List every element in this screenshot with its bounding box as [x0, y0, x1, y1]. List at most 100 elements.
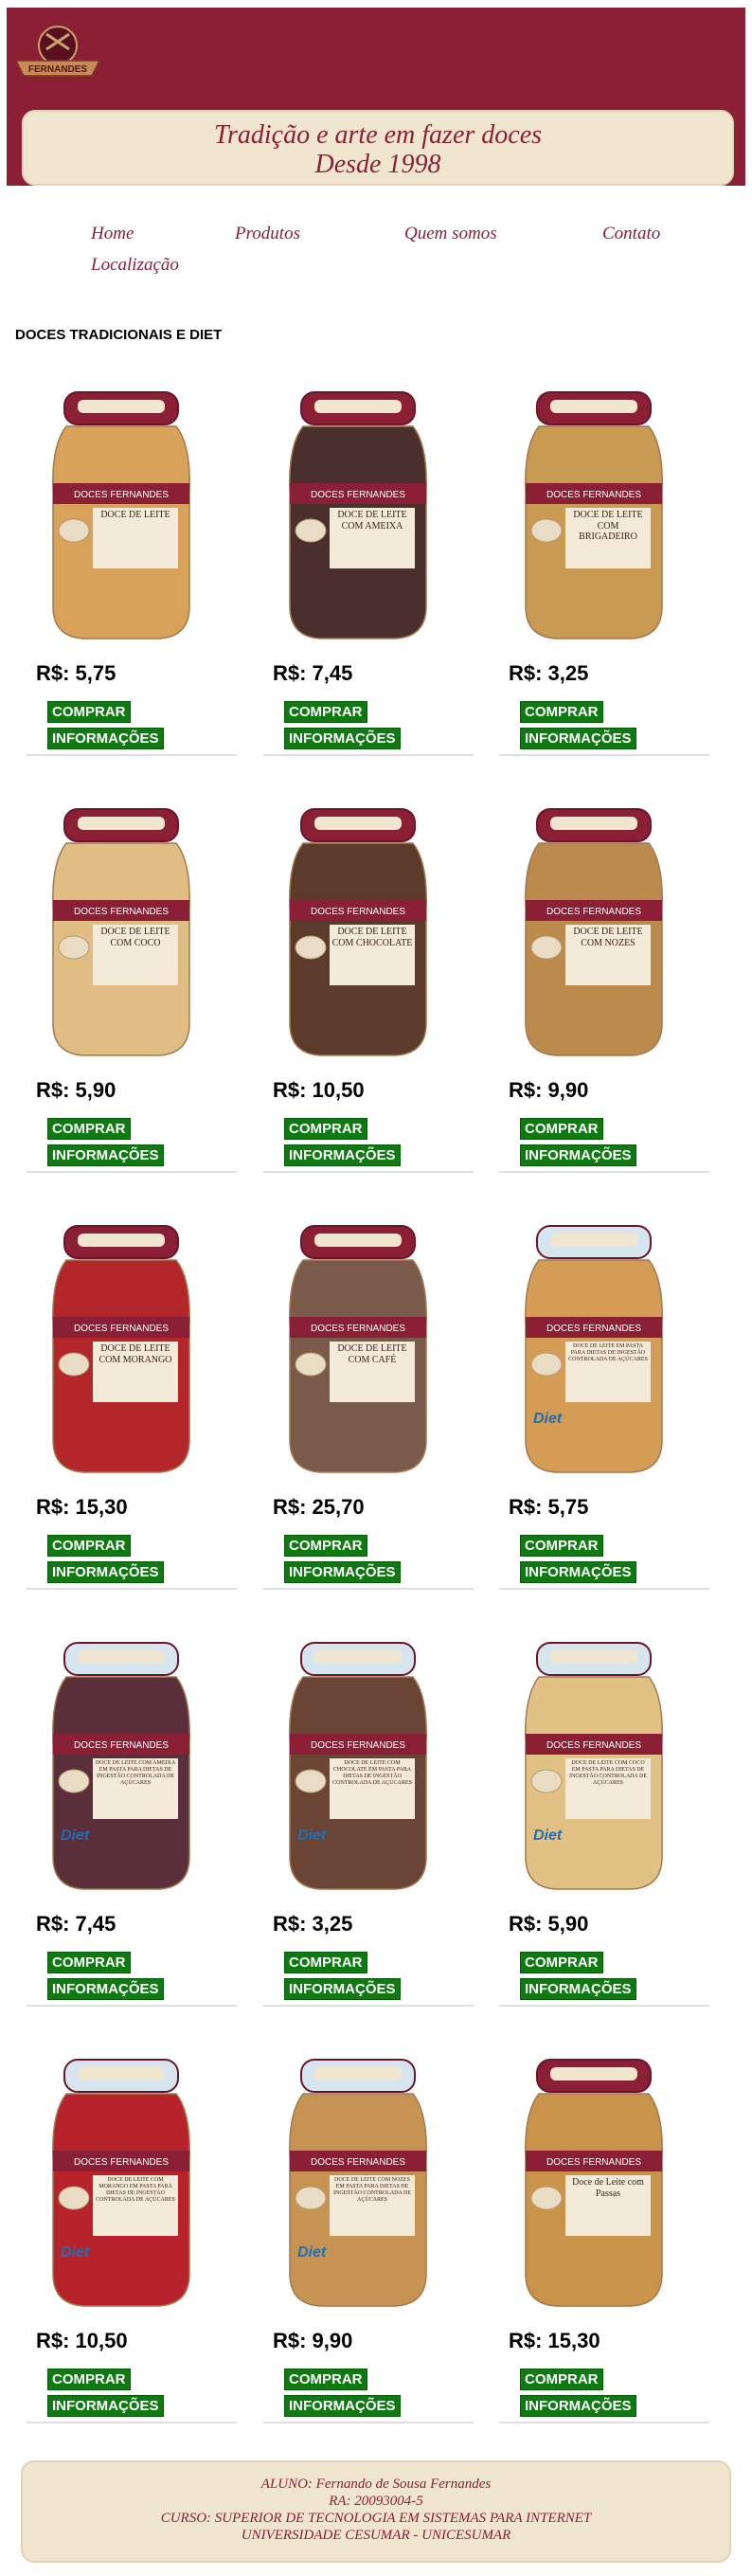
- diet-badge: Diet: [61, 2244, 90, 2261]
- jar-brand-text: DOCES FERNANDES: [546, 907, 641, 917]
- slogan-banner: Tradição e arte em fazer doces Desde 199…: [22, 110, 734, 186]
- buy-button[interactable]: COMPRAR: [284, 1952, 367, 1973]
- nav-home[interactable]: Home: [91, 224, 134, 244]
- product-divider: [27, 754, 237, 756]
- buy-button[interactable]: COMPRAR: [520, 1535, 603, 1557]
- product-jar-image[interactable]: DOCES FERNANDES DOCE DE LEITE COM MORANGO: [45, 1222, 197, 1478]
- product-jar-image[interactable]: DOCES FERNANDES DOCE DE LEITE: [45, 388, 197, 644]
- product-divider: [27, 2422, 237, 2423]
- product-price: R$: 7,45: [273, 661, 353, 685]
- jar-flavor-label: DOCE DE LEITE COM COCO EM PASTA PARA DIE…: [569, 1760, 647, 1786]
- product-jar-image[interactable]: DOCES FERNANDES Doce de Leite com Passas: [518, 2056, 670, 2312]
- info-button[interactable]: INFORMAÇÕES: [520, 728, 636, 749]
- buy-button[interactable]: COMPRAR: [47, 701, 131, 723]
- product-divider: [27, 2005, 237, 2007]
- product-jar-image[interactable]: DOCES FERNANDES DOCE DE LEITE COM NOZES E…: [282, 2056, 434, 2312]
- product-divider: [263, 1171, 474, 1173]
- buy-button[interactable]: COMPRAR: [47, 1952, 131, 1973]
- logo-text: FERNANDES: [28, 64, 88, 75]
- product-card: DOCES FERNANDES DOCE DE LEITE COM NOZES E…: [254, 2046, 474, 2463]
- product-divider: [27, 1588, 237, 1590]
- product-divider: [27, 1171, 237, 1173]
- product-jar-image[interactable]: DOCES FERNANDES DOCE DE LEITE COM AMEIXA …: [45, 1639, 197, 1895]
- jar-flavor-label: Doce de Leite com Passas: [572, 2177, 644, 2199]
- info-button[interactable]: INFORMAÇÕES: [520, 2395, 636, 2417]
- info-button[interactable]: INFORMAÇÕES: [284, 1144, 401, 1166]
- buy-button[interactable]: COMPRAR: [47, 1535, 131, 1557]
- jar-brand-text: DOCES FERNANDES: [546, 1740, 641, 1751]
- info-button[interactable]: INFORMAÇÕES: [47, 1144, 164, 1166]
- buy-button[interactable]: COMPRAR: [284, 1118, 367, 1140]
- info-button[interactable]: INFORMAÇÕES: [47, 2395, 164, 2417]
- product-jar-image[interactable]: DOCES FERNANDES DOCE DE LEITE COM CAFÉ: [282, 1222, 434, 1478]
- product-card: DOCES FERNANDES DOCE DE LEITE EM PASTA PA…: [490, 1213, 709, 1630]
- info-button[interactable]: INFORMAÇÕES: [284, 728, 401, 749]
- buy-button[interactable]: COMPRAR: [520, 1118, 603, 1140]
- product-price: R$: 9,90: [273, 2329, 353, 2352]
- info-button[interactable]: INFORMAÇÕES: [520, 1978, 636, 2000]
- nav-location[interactable]: Localização: [91, 255, 179, 276]
- product-price: R$: 5,75: [36, 661, 116, 685]
- product-card: DOCES FERNANDES DOCE DE LEITE COM CHOCOLA…: [254, 1630, 474, 2046]
- product-card: DOCES FERNANDES DOCE DE LEITE COM CHOCOLA…: [254, 796, 474, 1213]
- jar-flavor-label: DOCE DE LEITE COM NOZES EM PASTA PARA DI…: [333, 2177, 411, 2203]
- jar-flavor-label: DOCE DE LEITE COM NOZES: [573, 927, 643, 948]
- product-price: R$: 3,25: [273, 1912, 353, 1936]
- product-jar-image[interactable]: DOCES FERNANDES DOCE DE LEITE COM NOZES: [518, 805, 670, 1061]
- site-footer: ALUNO: Fernando de Sousa Fernandes RA: 2…: [21, 2460, 731, 2563]
- jar-brand-text: DOCES FERNANDES: [74, 1324, 169, 1334]
- info-button[interactable]: INFORMAÇÕES: [47, 728, 164, 749]
- product-card: DOCES FERNANDES DOCE DE LEITE COM AMEIXA R…: [254, 379, 474, 796]
- jar-brand-text: DOCES FERNANDES: [311, 907, 405, 917]
- product-jar-image[interactable]: DOCES FERNANDES DOCE DE LEITE COM MORANGO…: [45, 2056, 197, 2312]
- slogan-line2: Desde 1998: [314, 150, 441, 179]
- product-divider: [263, 2422, 474, 2423]
- info-button[interactable]: INFORMAÇÕES: [520, 1561, 636, 1583]
- jar-flavor-label: DOCE DE LEITE COM MORANGO EM PASTA PARA …: [96, 2177, 175, 2203]
- product-jar-image[interactable]: DOCES FERNANDES DOCE DE LEITE COM CHOCOLA…: [282, 805, 434, 1061]
- info-button[interactable]: INFORMAÇÕES: [47, 1978, 164, 2000]
- buy-button[interactable]: COMPRAR: [47, 1118, 131, 1140]
- buy-button[interactable]: COMPRAR: [520, 701, 603, 723]
- product-price: R$: 15,30: [509, 2329, 600, 2352]
- product-divider: [499, 2005, 709, 2007]
- buy-button[interactable]: COMPRAR: [520, 1952, 603, 1973]
- info-button[interactable]: INFORMAÇÕES: [284, 1978, 401, 2000]
- product-jar-image[interactable]: DOCES FERNANDES DOCE DE LEITE COM COCO: [45, 805, 197, 1061]
- buy-button[interactable]: COMPRAR: [520, 2369, 603, 2390]
- nav-contact[interactable]: Contato: [602, 224, 660, 244]
- jar-flavor-label: DOCE DE LEITE COM AMEIXA: [337, 510, 407, 531]
- footer-university: UNIVERSIDADE CESUMAR - UNICESUMAR: [241, 2528, 511, 2543]
- product-jar-image[interactable]: DOCES FERNANDES DOCE DE LEITE COM BRIGADE…: [518, 388, 670, 644]
- diet-badge: Diet: [533, 1411, 563, 1427]
- jar-flavor-label: DOCE DE LEITE COM COCO: [100, 927, 170, 948]
- buy-button[interactable]: COMPRAR: [47, 2369, 131, 2390]
- product-divider: [499, 754, 709, 756]
- nav-about[interactable]: Quem somos: [404, 224, 497, 244]
- buy-button[interactable]: COMPRAR: [284, 2369, 367, 2390]
- product-jar-image[interactable]: DOCES FERNANDES DOCE DE LEITE EM PASTA PA…: [518, 1222, 670, 1478]
- jar-brand-text: DOCES FERNANDES: [311, 1324, 405, 1334]
- buy-button[interactable]: COMPRAR: [284, 701, 367, 723]
- brand-logo[interactable]: FERNANDES: [10, 21, 105, 87]
- product-jar-image[interactable]: DOCES FERNANDES DOCE DE LEITE COM COCO EM…: [518, 1639, 670, 1895]
- product-jar-image[interactable]: DOCES FERNANDES DOCE DE LEITE COM CHOCOLA…: [282, 1639, 434, 1895]
- info-button[interactable]: INFORMAÇÕES: [520, 1144, 636, 1166]
- buy-button[interactable]: COMPRAR: [284, 1535, 367, 1557]
- product-jar-image[interactable]: DOCES FERNANDES DOCE DE LEITE COM AMEIXA: [282, 388, 434, 644]
- info-button[interactable]: INFORMAÇÕES: [284, 1561, 401, 1583]
- main-nav: Home Produtos Quem somos Contato Localiz…: [0, 224, 752, 290]
- nav-products[interactable]: Produtos: [235, 224, 300, 244]
- product-price: R$: 3,25: [509, 661, 589, 685]
- product-card: DOCES FERNANDES DOCE DE LEITE R$: 5,75 COMP…: [17, 379, 237, 796]
- product-price: R$: 10,50: [36, 2329, 128, 2352]
- jar-brand-text: DOCES FERNANDES: [546, 490, 641, 500]
- product-card: DOCES FERNANDES DOCE DE LEITE COM COCO EM…: [490, 1630, 709, 2046]
- product-card: DOCES FERNANDES DOCE DE LEITE COM MORANGO…: [17, 1213, 237, 1630]
- site-header: FERNANDES Tradição e arte em fazer doces…: [7, 8, 745, 186]
- info-button[interactable]: INFORMAÇÕES: [284, 2395, 401, 2417]
- product-price: R$: 10,50: [273, 1078, 365, 1102]
- jar-brand-text: DOCES FERNANDES: [311, 2157, 405, 2168]
- jar-flavor-label: DOCE DE LEITE: [100, 510, 170, 520]
- info-button[interactable]: INFORMAÇÕES: [47, 1561, 164, 1583]
